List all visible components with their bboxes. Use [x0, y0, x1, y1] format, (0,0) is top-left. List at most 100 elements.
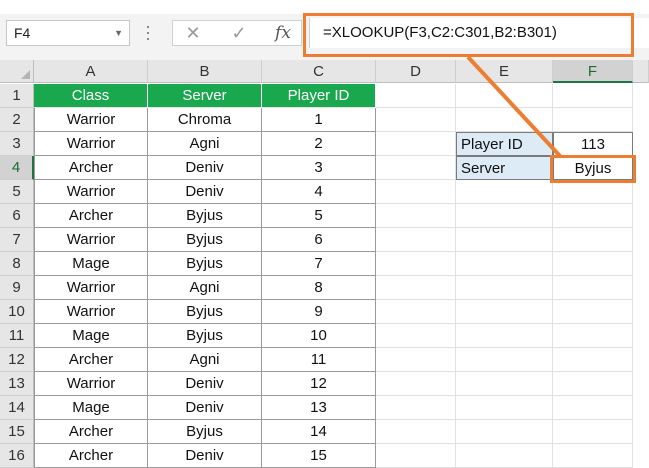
table-cell[interactable]: Deniv — [148, 396, 262, 420]
table-cell[interactable]: Deniv — [148, 180, 262, 204]
empty-cell[interactable] — [553, 108, 633, 132]
empty-cell[interactable] — [376, 348, 456, 372]
empty-cell[interactable] — [456, 372, 553, 396]
table-cell[interactable]: 15 — [262, 444, 376, 468]
empty-cell[interactable] — [456, 276, 553, 300]
empty-cell[interactable] — [376, 228, 456, 252]
server-value[interactable]: Byjus — [553, 156, 633, 180]
row-header-7[interactable]: 7 — [0, 228, 34, 252]
table-cell[interactable]: Warrior — [34, 132, 148, 156]
row-header-8[interactable]: 8 — [0, 252, 34, 276]
column-header-e[interactable]: E — [456, 60, 553, 83]
table-cell[interactable]: 2 — [262, 132, 376, 156]
table-cell[interactable]: 10 — [262, 324, 376, 348]
table-cell[interactable]: 3 — [262, 156, 376, 180]
table-cell[interactable]: 7 — [262, 252, 376, 276]
empty-cell[interactable] — [456, 324, 553, 348]
player-id-label[interactable]: Player ID — [456, 132, 553, 156]
empty-cell[interactable] — [553, 180, 633, 204]
empty-cell[interactable] — [553, 228, 633, 252]
insert-function-icon[interactable]: fx — [269, 21, 297, 45]
empty-cell[interactable] — [376, 420, 456, 444]
empty-cell[interactable] — [456, 180, 553, 204]
empty-cell[interactable] — [376, 372, 456, 396]
table-cell[interactable]: Byjus — [148, 324, 262, 348]
empty-cell[interactable] — [456, 396, 553, 420]
row-header-11[interactable]: 11 — [0, 324, 34, 348]
table-cell[interactable]: 1 — [262, 108, 376, 132]
column-header-d[interactable]: D — [376, 60, 456, 83]
empty-cell[interactable] — [376, 204, 456, 228]
table-cell[interactable]: 13 — [262, 396, 376, 420]
table-header-cell[interactable]: Server — [148, 84, 262, 108]
row-header-15[interactable]: 15 — [0, 420, 34, 444]
empty-cell[interactable] — [456, 204, 553, 228]
table-cell[interactable]: Warrior — [34, 300, 148, 324]
empty-cell[interactable] — [553, 324, 633, 348]
table-cell[interactable]: Archer — [34, 420, 148, 444]
row-header-4[interactable]: 4 — [0, 156, 34, 180]
splitter-handle[interactable] — [146, 26, 150, 42]
column-header-a[interactable]: A — [34, 60, 148, 83]
empty-cell[interactable] — [553, 204, 633, 228]
empty-cell[interactable] — [456, 348, 553, 372]
row-header-10[interactable]: 10 — [0, 300, 34, 324]
empty-cell[interactable] — [376, 108, 456, 132]
table-header-cell[interactable]: Class — [34, 84, 148, 108]
empty-cell[interactable] — [376, 252, 456, 276]
table-cell[interactable]: Warrior — [34, 108, 148, 132]
table-cell[interactable]: Byjus — [148, 300, 262, 324]
empty-cell[interactable] — [456, 444, 553, 468]
select-all-corner[interactable] — [0, 60, 34, 83]
table-cell[interactable]: Chroma — [148, 108, 262, 132]
empty-cell[interactable] — [553, 252, 633, 276]
row-header-6[interactable]: 6 — [0, 204, 34, 228]
column-header-g[interactable] — [633, 60, 649, 83]
empty-cell[interactable] — [376, 300, 456, 324]
empty-cell[interactable] — [456, 228, 553, 252]
table-cell[interactable]: Mage — [34, 324, 148, 348]
table-cell[interactable]: 12 — [262, 372, 376, 396]
table-cell[interactable]: 11 — [262, 348, 376, 372]
formula-input[interactable]: =XLOOKUP(F3,C2:C301,B2:B301) — [309, 18, 649, 48]
table-cell[interactable]: 6 — [262, 228, 376, 252]
table-cell[interactable]: 5 — [262, 204, 376, 228]
column-header-c[interactable]: C — [262, 60, 376, 83]
empty-cell[interactable] — [376, 396, 456, 420]
row-header-9[interactable]: 9 — [0, 276, 34, 300]
empty-cell[interactable] — [553, 444, 633, 468]
table-cell[interactable]: Byjus — [148, 252, 262, 276]
empty-cell[interactable] — [553, 396, 633, 420]
table-cell[interactable]: Warrior — [34, 180, 148, 204]
table-cell[interactable]: Agni — [148, 276, 262, 300]
column-header-f[interactable]: F — [553, 60, 633, 83]
empty-cell[interactable] — [376, 84, 456, 108]
table-cell[interactable]: 4 — [262, 180, 376, 204]
player-id-value[interactable]: 113 — [553, 132, 633, 156]
table-cell[interactable]: Archer — [34, 348, 148, 372]
empty-cell[interactable] — [456, 84, 553, 108]
table-cell[interactable]: Byjus — [148, 204, 262, 228]
chevron-down-icon[interactable]: ▼ — [114, 21, 123, 45]
table-cell[interactable]: Warrior — [34, 372, 148, 396]
empty-cell[interactable] — [376, 324, 456, 348]
empty-cell[interactable] — [456, 420, 553, 444]
table-cell[interactable]: Agni — [148, 348, 262, 372]
empty-cell[interactable] — [553, 372, 633, 396]
table-cell[interactable]: Archer — [34, 444, 148, 468]
table-cell[interactable]: 14 — [262, 420, 376, 444]
empty-cell[interactable] — [553, 348, 633, 372]
table-cell[interactable]: Byjus — [148, 228, 262, 252]
row-header-16[interactable]: 16 — [0, 444, 34, 468]
enter-icon[interactable]: ✓ — [225, 21, 253, 45]
table-cell[interactable]: Deniv — [148, 444, 262, 468]
empty-cell[interactable] — [376, 180, 456, 204]
row-header-14[interactable]: 14 — [0, 396, 34, 420]
empty-cell[interactable] — [456, 252, 553, 276]
table-cell[interactable]: Warrior — [34, 276, 148, 300]
empty-cell[interactable] — [456, 108, 553, 132]
row-header-5[interactable]: 5 — [0, 180, 34, 204]
empty-cell[interactable] — [376, 156, 456, 180]
table-cell[interactable]: Archer — [34, 156, 148, 180]
empty-cell[interactable] — [553, 300, 633, 324]
